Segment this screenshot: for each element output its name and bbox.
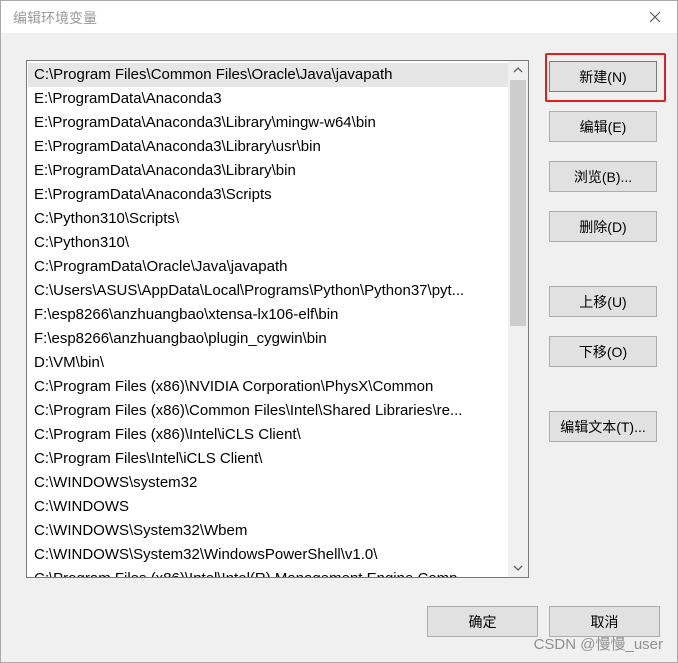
path-list-item[interactable]: C:\WINDOWS\System32\WindowsPowerShell\v1…: [34, 543, 506, 567]
path-list-item[interactable]: E:\ProgramData\Anaconda3\Library\usr\bin: [34, 135, 506, 159]
close-icon: [649, 11, 661, 23]
chevron-up-icon: [513, 67, 523, 73]
path-list-item[interactable]: E:\ProgramData\Anaconda3\Library\bin: [34, 159, 506, 183]
browse-button[interactable]: 浏览(B)...: [549, 161, 657, 192]
edit-env-var-dialog: 编辑环境变量 C:\Program Files\Common Files\Ora…: [0, 0, 678, 663]
watermark: CSDN @慢慢_user: [533, 636, 663, 653]
scroll-down-button[interactable]: [508, 559, 528, 577]
path-list-item[interactable]: C:\WINDOWS: [34, 495, 506, 519]
path-list-item[interactable]: E:\ProgramData\Anaconda3\Library\mingw-w…: [34, 111, 506, 135]
path-list-item[interactable]: C:\WINDOWS\System32\Wbem: [34, 519, 506, 543]
ok-button[interactable]: 确定: [427, 606, 538, 637]
path-list-item[interactable]: D:\VM\bin\: [34, 351, 506, 375]
path-list-item[interactable]: C:\ProgramData\Oracle\Java\javapath: [34, 255, 506, 279]
path-list-item[interactable]: C:\Program Files\Intel\iCLS Client\: [34, 447, 506, 471]
vertical-scrollbar[interactable]: [508, 61, 528, 577]
path-list-item[interactable]: C:\Python310\Scripts\: [34, 207, 506, 231]
path-listbox[interactable]: C:\Program Files\Common Files\Oracle\Jav…: [26, 60, 529, 578]
move-up-button[interactable]: 上移(U): [549, 286, 657, 317]
move-down-button[interactable]: 下移(O): [549, 336, 657, 367]
path-list-item[interactable]: C:\WINDOWS\system32: [34, 471, 506, 495]
path-list-item[interactable]: C:\Python310\: [34, 231, 506, 255]
path-list-item[interactable]: F:\esp8266\anzhuangbao\plugin_cygwin\bin: [34, 327, 506, 351]
path-list-item[interactable]: C:\Program Files (x86)\Common Files\Inte…: [34, 399, 506, 423]
edit-text-button[interactable]: 编辑文本(T)...: [549, 411, 657, 442]
path-list-item[interactable]: C:\Program Files\Common Files\Oracle\Jav…: [28, 63, 512, 87]
edit-button[interactable]: 编辑(E): [549, 111, 657, 142]
title-bar: 编辑环境变量: [1, 1, 677, 33]
scroll-up-button[interactable]: [508, 61, 528, 79]
new-button[interactable]: 新建(N): [549, 61, 657, 92]
path-list-item[interactable]: C:\Program Files (x86)\Intel\iCLS Client…: [34, 423, 506, 447]
chevron-down-icon: [513, 565, 523, 571]
path-list-item[interactable]: E:\ProgramData\Anaconda3\Scripts: [34, 183, 506, 207]
delete-button[interactable]: 删除(D): [549, 211, 657, 242]
window-title: 编辑环境变量: [13, 10, 97, 26]
path-list-item[interactable]: C:\Program Files (x86)\NVIDIA Corporatio…: [34, 375, 506, 399]
path-list-item[interactable]: C:\Users\ASUS\AppData\Local\Programs\Pyt…: [34, 279, 506, 303]
path-list-item[interactable]: E:\ProgramData\Anaconda3: [34, 87, 506, 111]
close-button[interactable]: [639, 5, 671, 29]
path-list-item[interactable]: C:\Program Files (x86)\Intel\Intel(R) Ma…: [34, 567, 506, 577]
scrollbar-thumb[interactable]: [510, 80, 526, 326]
path-list-item[interactable]: F:\esp8266\anzhuangbao\xtensa-lx106-elf\…: [34, 303, 506, 327]
